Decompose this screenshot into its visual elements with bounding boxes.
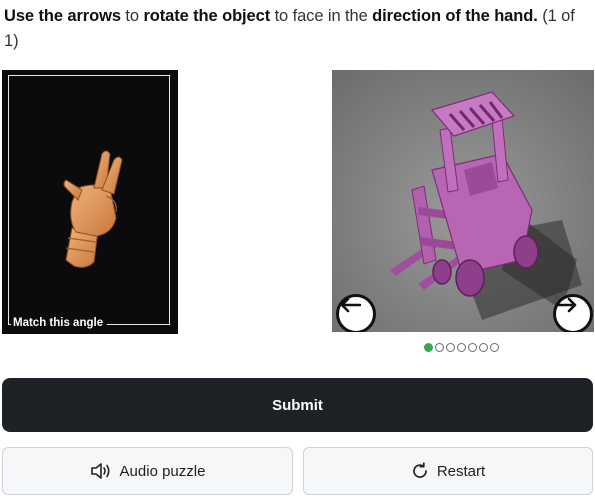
pagination-dot [435,342,444,352]
speaker-icon [90,463,110,479]
instruction-text: Use the arrows to rotate the object to f… [4,4,589,54]
instruction-emphasis-direction: direction of the hand. [372,7,538,25]
arrow-right-icon [556,297,577,313]
pagination-dot [424,342,433,352]
pagination-dots [424,341,499,353]
arrow-left-icon [340,297,361,313]
pagination-dot [446,342,455,352]
pagination-dot [490,342,499,352]
restart-icon [413,462,427,478]
pagination-dot [479,342,488,352]
rotate-right-button[interactable] [553,294,593,332]
pagination-dot [457,342,466,352]
rotate-left-button[interactable] [336,294,376,332]
instruction-text-part: to [120,7,144,25]
pagination-dot [468,342,477,352]
restart-label: Restart [436,462,486,480]
object-viewer [332,70,594,332]
instruction-text-part: to face in the [270,7,373,25]
instruction-emphasis-arrows: Use the arrows [4,7,121,25]
reference-image: Match this angle [2,70,178,334]
audio-puzzle-button[interactable]: Audio puzzle [2,447,293,495]
audio-puzzle-label: Audio puzzle [119,462,206,480]
submit-button[interactable]: Submit [2,378,593,432]
reference-caption: Match this angle [11,316,108,330]
instruction-emphasis-rotate: rotate the object [143,7,271,25]
submit-label: Submit [272,396,323,414]
reference-frame [8,75,170,325]
restart-button[interactable]: Restart [303,447,593,495]
forklift-model [332,70,594,332]
